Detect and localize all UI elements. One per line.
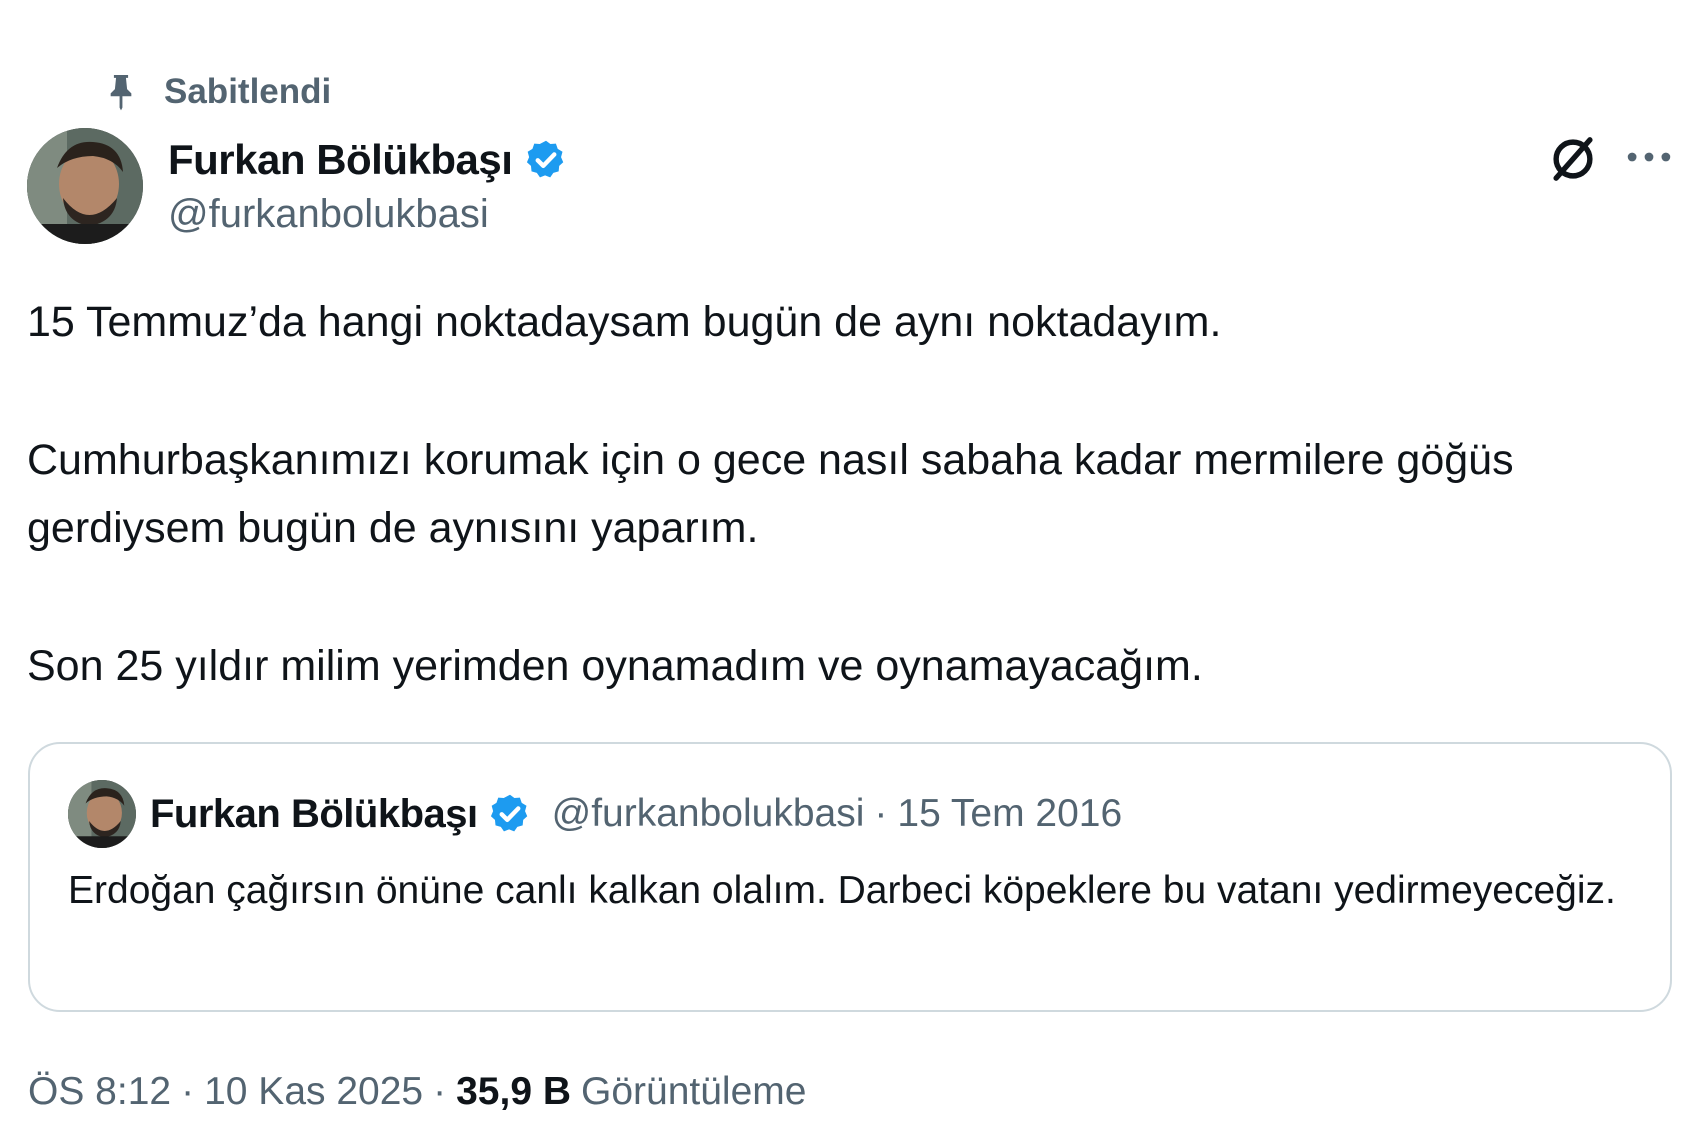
quoted-author-handle: @furkanbolukbasi (551, 792, 865, 835)
separator-dot: · (433, 1070, 447, 1113)
tweet-paragraph: Son 25 yıldır milim yerimden oynamadım v… (27, 642, 1203, 690)
quoted-tweet-text: Erdoğan çağırsın önüne canlı kalkan olal… (68, 869, 1616, 912)
quoted-avatar (68, 780, 136, 848)
quoted-tweet[interactable]: Furkan Bölükbaşı @furkanbolukbasi · 15 T… (28, 742, 1672, 1012)
tweet-paragraph: 15 Temmuz’da hangi noktadaysam bugün de … (27, 298, 1222, 346)
tweet-card[interactable]: Sabitlendi Furkan Bölükbaşı @furkanboluk… (0, 0, 1700, 1138)
author-name[interactable]: Furkan Bölükbaşı (168, 136, 513, 184)
author-handle[interactable]: @furkanbolukbasi (168, 192, 568, 237)
pinned-indicator: Sabitlendi (104, 68, 331, 116)
quoted-author-name: Furkan Bölükbaşı (150, 791, 478, 836)
separator-dot: · (181, 1070, 195, 1113)
author-info: Furkan Bölükbaşı @furkanbolukbasi (168, 132, 568, 237)
pinned-label: Sabitlendi (164, 72, 332, 111)
tweet-meta: ÖS 8:12 · 10 Kas 2025 · 35,9 B Görüntüle… (28, 1064, 806, 1120)
views-count: 35,9 B (456, 1070, 572, 1113)
separator-dot: · (874, 792, 888, 835)
avatar-image (27, 128, 143, 244)
grok-icon[interactable] (1546, 132, 1600, 186)
tweet-time[interactable]: ÖS 8:12 (28, 1070, 171, 1114)
quoted-tweet-header: Furkan Bölükbaşı @furkanbolukbasi · 15 T… (68, 780, 1122, 848)
tweet-date[interactable]: 10 Kas 2025 (204, 1070, 423, 1114)
more-options-icon[interactable] (1622, 140, 1676, 174)
pin-icon (110, 75, 132, 111)
views-label: Görüntüleme (581, 1070, 807, 1113)
verified-badge-icon (490, 794, 527, 832)
tweet-text: 15 Temmuz’da hangi noktadaysam bugün de … (27, 288, 1667, 700)
tweet-paragraph: Cumhurbaşkanımızı korumak için o gece na… (27, 436, 1514, 552)
avatar[interactable] (27, 128, 143, 244)
quoted-tweet-date: 15 Tem 2016 (897, 792, 1123, 835)
quoted-avatar-image (68, 780, 136, 848)
verified-badge-icon[interactable] (524, 138, 568, 182)
